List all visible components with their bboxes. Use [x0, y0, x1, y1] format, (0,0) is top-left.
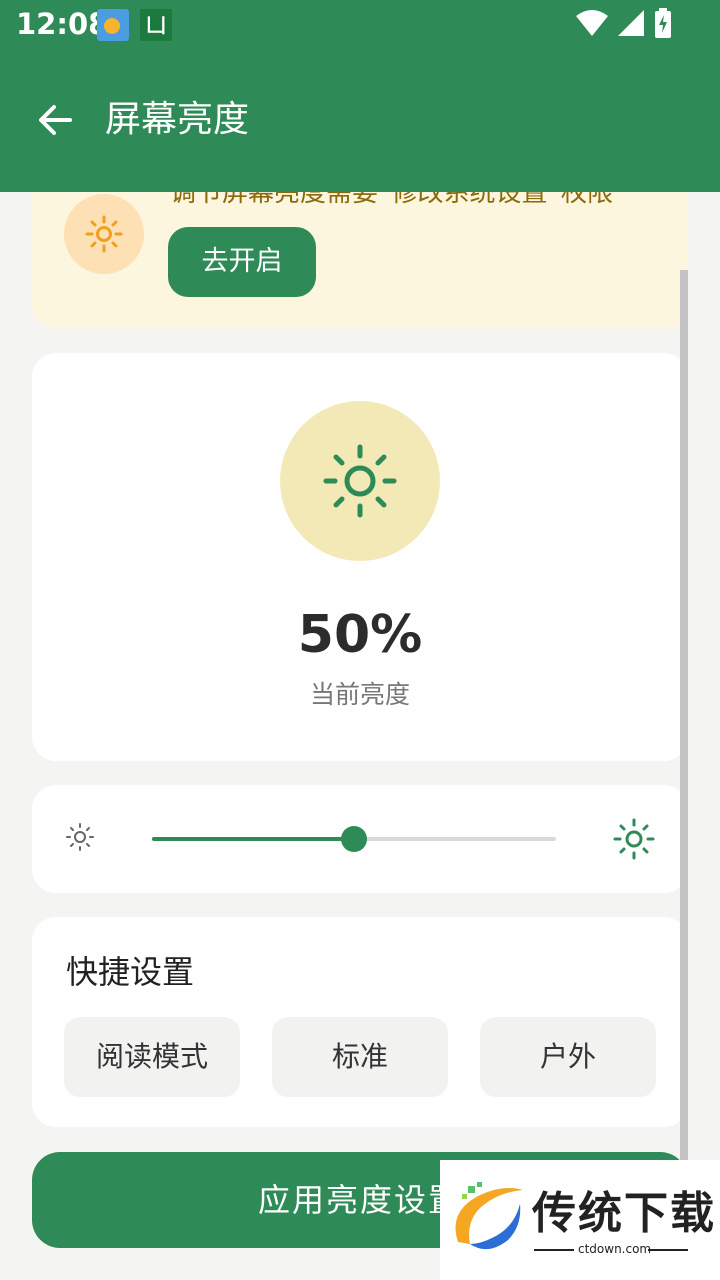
- page-title: 屏幕亮度: [105, 99, 250, 140]
- watermark: 传统下载 ctdown.com: [440, 1160, 720, 1280]
- brightness-percent: 50%: [297, 605, 423, 665]
- signal-icon: [618, 10, 644, 36]
- sun-low-icon: [66, 823, 94, 851]
- content-scroll[interactable]: 调节屏幕亮度需要“修改系统设置”权限 去开启 50% 当前亮度 快捷设置 阅读模…: [0, 192, 720, 1280]
- watermark-subtext: ctdown.com: [578, 1242, 652, 1256]
- wifi-icon: [576, 10, 608, 36]
- status-icons: [576, 8, 672, 38]
- status-time: 12:08: [16, 7, 109, 41]
- watermark-rule-right: [648, 1249, 688, 1251]
- slider-fill: [152, 837, 354, 841]
- brightness-slider-card: [32, 785, 688, 893]
- slider-thumb[interactable]: [341, 826, 367, 852]
- weather-app-icon: [97, 9, 129, 41]
- scrollbar[interactable]: [680, 270, 688, 1250]
- sun-icon: [85, 215, 123, 253]
- ctdown-logo-icon: [455, 1182, 523, 1250]
- permission-message: 调节屏幕亮度需要“修改系统设置”权限: [170, 192, 613, 208]
- permission-card: 调节屏幕亮度需要“修改系统设置”权限 去开启: [32, 192, 688, 328]
- brightness-slider[interactable]: [152, 826, 556, 852]
- status-bar: 12:08 凵: [0, 0, 720, 48]
- arrow-left-icon: [39, 105, 72, 135]
- sun-icon: [323, 444, 397, 518]
- back-button[interactable]: [32, 96, 80, 144]
- sun-high-icon: [613, 818, 655, 860]
- watermark-text: 传统下载: [532, 1188, 716, 1239]
- outdoor-mode-button[interactable]: 户外: [480, 1017, 656, 1097]
- quick-settings-options: 阅读模式 标准 户外: [64, 1017, 656, 1097]
- standard-mode-button[interactable]: 标准: [272, 1017, 448, 1097]
- app-bar: 屏幕亮度: [0, 48, 720, 192]
- brightness-sun-badge: [280, 401, 440, 561]
- app-notification-icon: 凵: [140, 9, 172, 41]
- quick-settings-card: 快捷设置 阅读模式 标准 户外: [32, 917, 688, 1127]
- quick-settings-title: 快捷设置: [66, 953, 195, 991]
- enable-permission-button[interactable]: 去开启: [168, 227, 316, 297]
- permission-sun-badge: [64, 194, 144, 274]
- battery-icon: [655, 8, 671, 38]
- watermark-rule-left: [534, 1249, 574, 1251]
- brightness-label: 当前亮度: [309, 680, 410, 709]
- reading-mode-button[interactable]: 阅读模式: [64, 1017, 240, 1097]
- brightness-card: 50% 当前亮度: [32, 353, 688, 761]
